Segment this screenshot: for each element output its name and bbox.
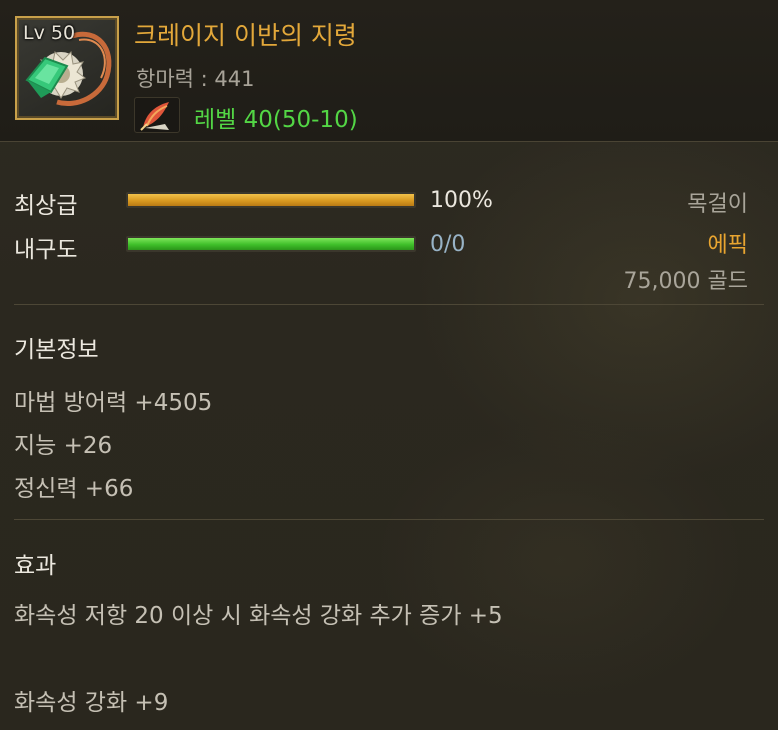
durability-label: 내구도 — [14, 237, 78, 263]
basic-info-line: 정신력 +66 — [14, 476, 134, 502]
divider — [14, 304, 764, 305]
level-requirement: 레벨 40(50-10) — [194, 107, 358, 133]
basic-info-line: 지능 +26 — [14, 433, 113, 459]
basic-info-title: 기본정보 — [14, 337, 99, 363]
item-tooltip-panel: Lv 50 크레이지 이반의 지령 항마력 : 441 레벨 40(50-10)… — [0, 0, 778, 730]
item-name: 크레이지 이반의 지령 — [134, 21, 357, 50]
durability-value: 0/0 — [430, 232, 466, 257]
item-rarity: 에픽 — [707, 233, 748, 258]
effect-line: 화속성 저항 20 이상 시 화속성 강화 추가 증가 +5 — [14, 603, 503, 629]
durability-bar — [126, 236, 416, 252]
item-icon[interactable]: Lv 50 — [15, 16, 119, 120]
item-stat-line: 항마력 : 441 — [136, 67, 255, 91]
grade-bar — [126, 192, 416, 208]
grade-label: 최상급 — [14, 193, 78, 219]
effects-title: 효과 — [14, 553, 57, 579]
effect-line: 화속성 강화 +9 — [14, 690, 169, 716]
grade-value: 100% — [430, 188, 493, 213]
item-type: 목걸이 — [687, 192, 748, 217]
item-level-badge: Lv 50 — [23, 22, 76, 44]
item-price: 75,000 골드 — [623, 269, 748, 294]
tooltip-header: Lv 50 크레이지 이반의 지령 항마력 : 441 레벨 40(50-10) — [0, 0, 778, 142]
divider — [14, 519, 764, 520]
durability-bar-fill — [128, 238, 414, 250]
basic-info-line: 마법 방어력 +4505 — [14, 390, 213, 416]
grade-bar-fill — [128, 194, 414, 206]
quill-feather-icon — [134, 97, 180, 133]
